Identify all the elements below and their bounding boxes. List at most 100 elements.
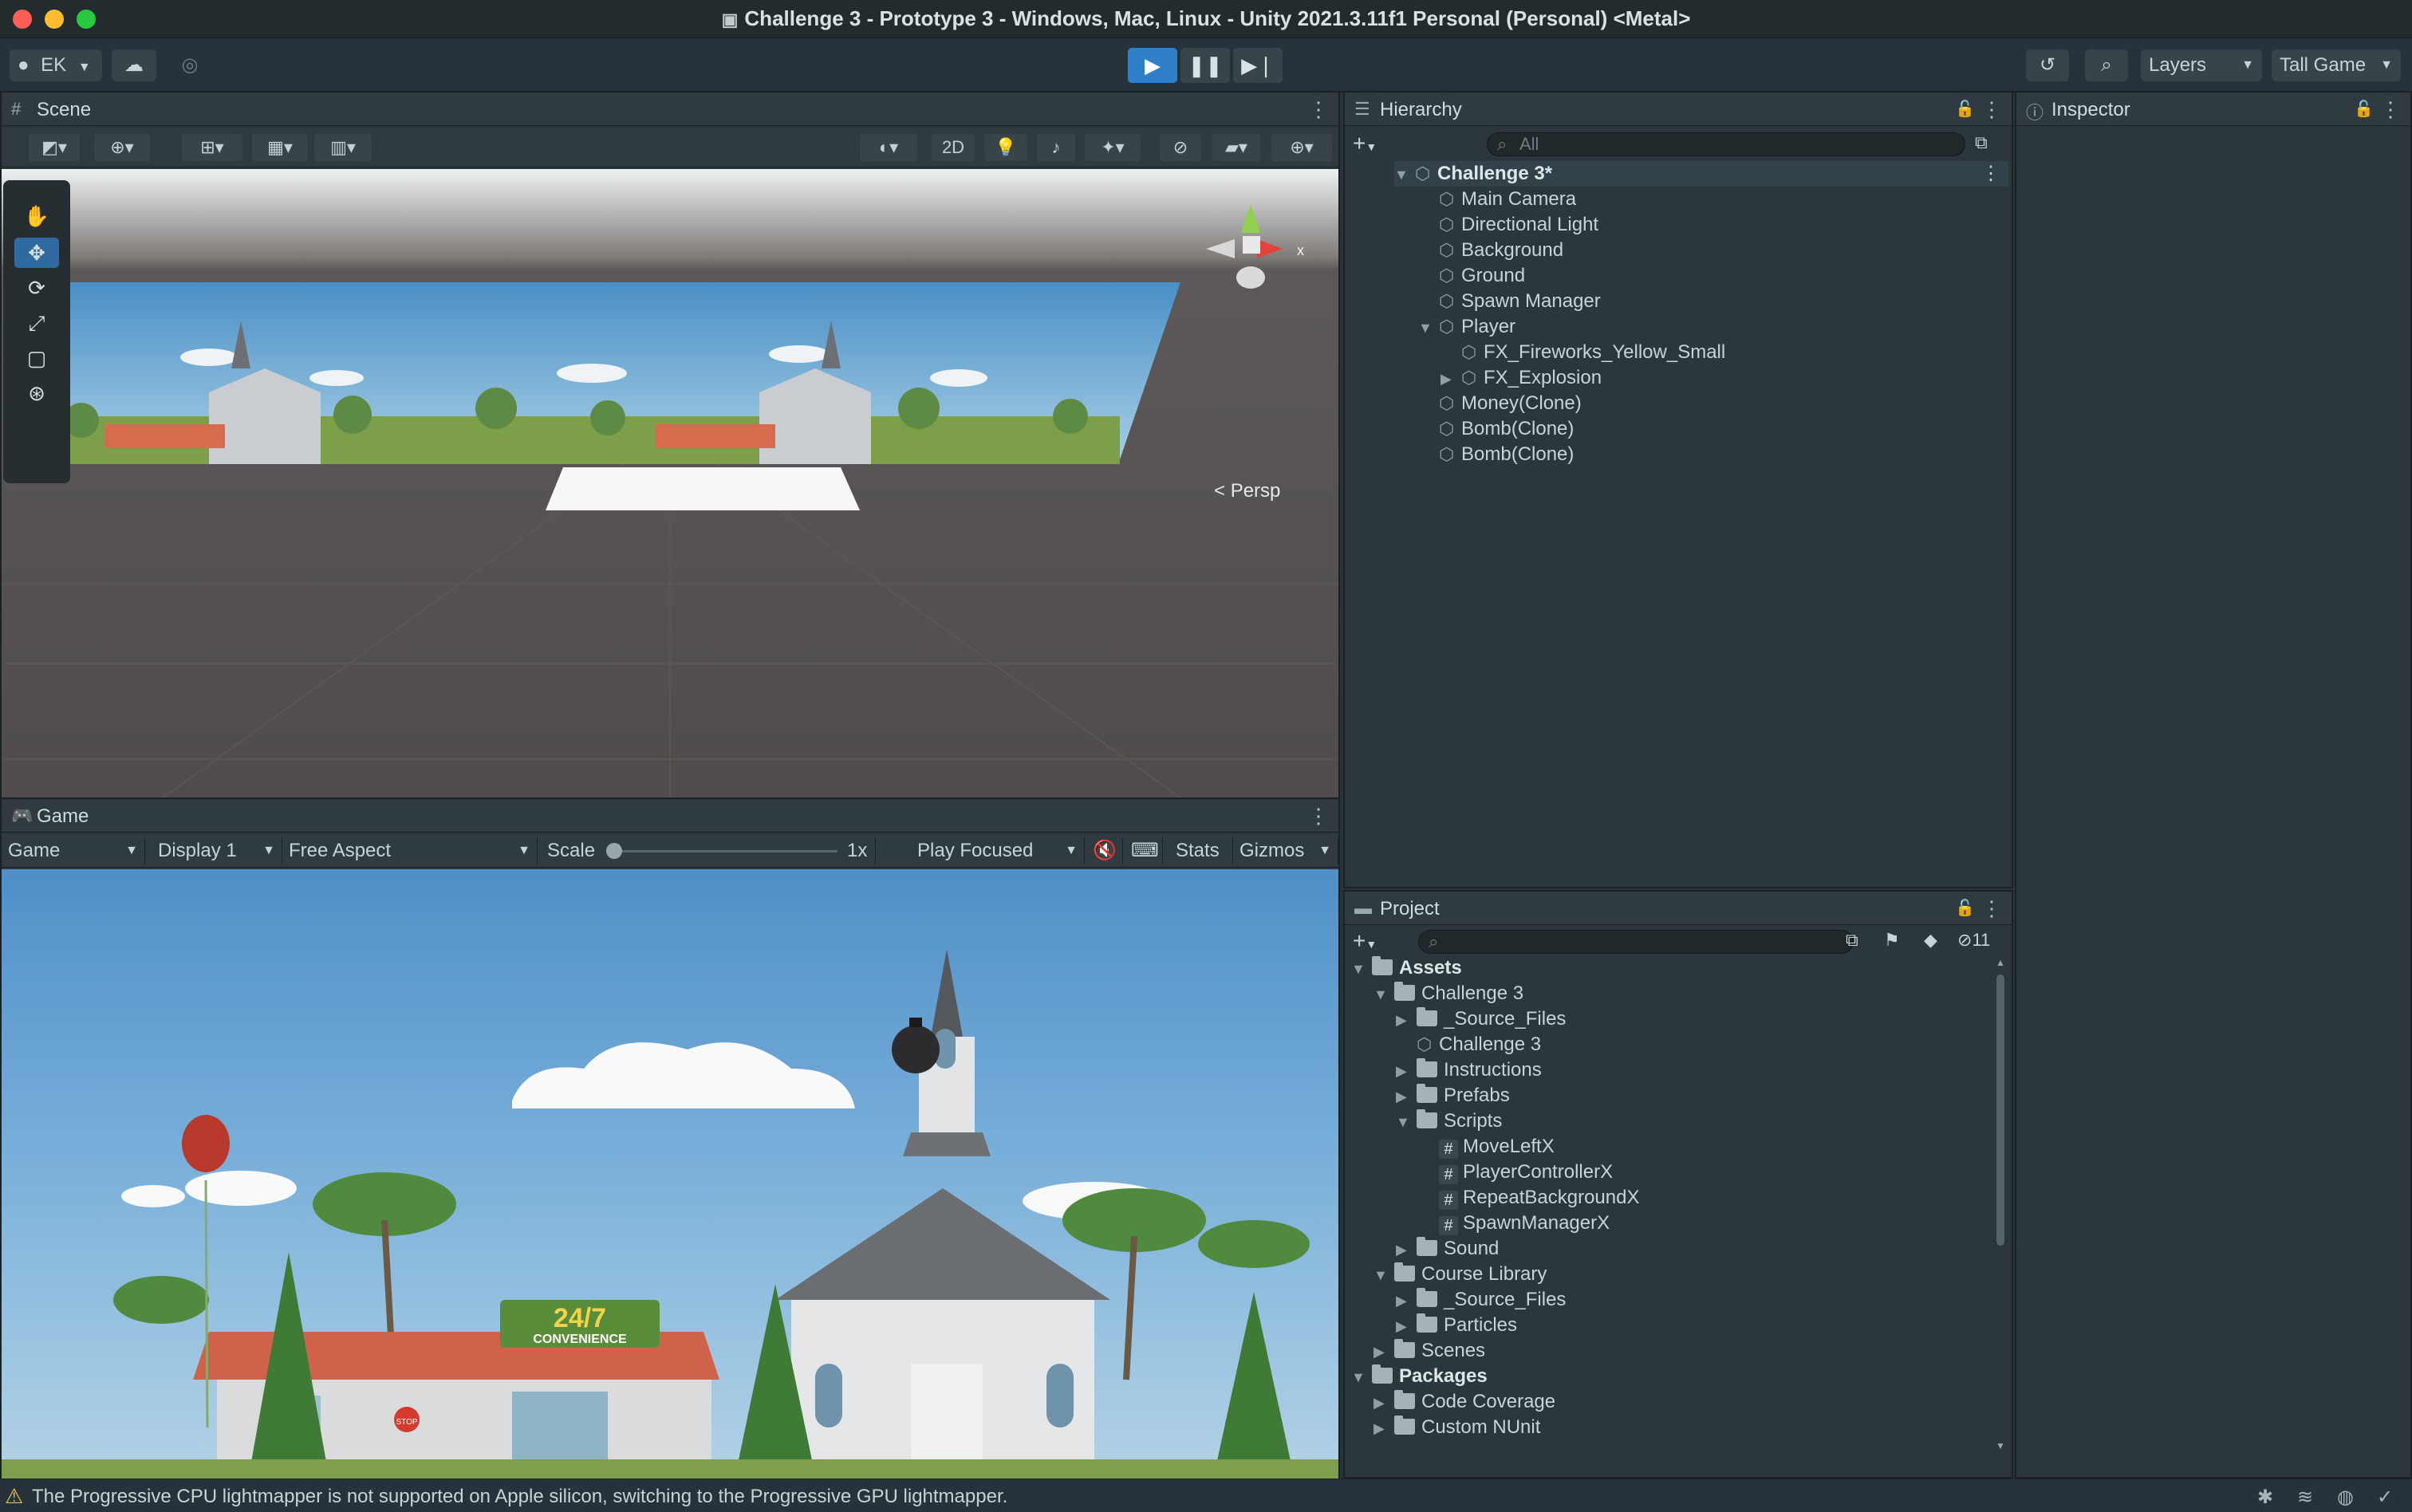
lock-icon[interactable]: 🔓	[1955, 898, 1975, 918]
draw-mode-dropdown[interactable]: ◩▾	[29, 134, 80, 161]
project-item[interactable]: ▶ Instructions	[1396, 1057, 1542, 1083]
cloud-button[interactable]: ☁	[112, 49, 156, 81]
collab-button[interactable]: ◎	[168, 49, 212, 81]
scale-slider-knob[interactable]	[606, 843, 622, 859]
hidden-packages-toggle[interactable]: ⊘11	[1957, 930, 1990, 951]
chevron-down-icon[interactable]: ▼	[1351, 956, 1372, 982]
game-tab[interactable]: 🎮 Game ⋮	[2, 799, 1338, 833]
project-item[interactable]: ▼ Packages	[1351, 1364, 1488, 1389]
kebab-menu-icon[interactable]: ⋮	[1308, 804, 1329, 829]
stats-toggle[interactable]: Stats	[1169, 837, 1233, 864]
lock-icon[interactable]: 🔓	[1955, 99, 1975, 119]
kebab-menu-icon[interactable]: ⋮	[1308, 97, 1329, 122]
mute-audio-toggle[interactable]: 🔇	[1086, 837, 1123, 864]
undo-history-button[interactable]: ↺	[2026, 49, 2069, 81]
rotate-tool-button[interactable]: ⟳	[14, 273, 59, 303]
camera-dropdown[interactable]: ▰▾	[1212, 134, 1260, 161]
effects-dropdown[interactable]: ✦▾	[1085, 134, 1141, 161]
project-item[interactable]: ▶ Prefabs	[1396, 1083, 1510, 1108]
snap-toggle[interactable]: ⊞▾	[182, 134, 242, 161]
scene-tab[interactable]: # Scene ⋮	[2, 93, 1338, 126]
chevron-down-icon[interactable]: ▼	[1374, 1262, 1394, 1288]
cache-server-icon[interactable]: ≋	[2297, 1486, 2313, 1509]
lighting-status-icon[interactable]: ◍	[2337, 1486, 2354, 1509]
hierarchy-item[interactable]: ▼ ⬡ Player	[1418, 314, 1515, 340]
project-item[interactable]: # PlayerControllerX	[1439, 1160, 1613, 1185]
hierarchy-item[interactable]: ⬡ Directional Light	[1439, 212, 1598, 238]
chevron-right-icon[interactable]: ▶	[1396, 1313, 1417, 1339]
chevron-right-icon[interactable]: ▶	[1396, 1237, 1417, 1262]
scale-tool-button[interactable]: ⤢	[14, 308, 59, 338]
rect-tool-button[interactable]: ▢	[14, 343, 59, 373]
add-object-button[interactable]: +▼	[1353, 131, 1377, 156]
chevron-right-icon[interactable]: ▶	[1396, 1084, 1417, 1109]
gizmos-dropdown[interactable]: ⊕▾	[1271, 134, 1332, 161]
scene-viewport[interactable]: x < Persp	[2, 169, 1338, 799]
project-item[interactable]: ▶ _Source_Files	[1396, 1006, 1566, 1032]
favorites-button[interactable]: ◆	[1924, 930, 1937, 951]
project-item[interactable]: # RepeatBackgroundX	[1439, 1185, 1639, 1211]
hierarchy-item[interactable]: ⬡ FX_Fireworks_Yellow_Small	[1461, 340, 1725, 365]
chevron-right-icon[interactable]: ▶	[1374, 1416, 1394, 1441]
scrollbar-thumb[interactable]	[1996, 975, 2004, 1246]
project-item[interactable]: ▶ Scenes	[1374, 1338, 1485, 1364]
hierarchy-item[interactable]: ⬡ Money(Clone)	[1439, 391, 1582, 416]
hierarchy-item[interactable]: ⬡ Bomb(Clone)	[1439, 442, 1574, 467]
chevron-down-icon[interactable]: ▼	[1396, 1109, 1417, 1135]
audio-toggle[interactable]: ♪	[1037, 134, 1075, 161]
chevron-right-icon[interactable]: ▶	[1374, 1339, 1394, 1364]
kebab-menu-icon[interactable]: ⋮	[1981, 97, 2002, 122]
kebab-menu-icon[interactable]: ⋮	[1981, 161, 2000, 187]
hierarchy-item[interactable]: ⬡ Bomb(Clone)	[1439, 416, 1574, 442]
kebab-menu-icon[interactable]: ⋮	[2380, 97, 2401, 122]
chevron-right-icon[interactable]: ▶	[1396, 1058, 1417, 1084]
chevron-down-icon[interactable]: ▼	[1374, 982, 1394, 1007]
project-search-input[interactable]: ⌕	[1418, 930, 1854, 954]
scale-slider[interactable]	[606, 843, 838, 859]
gizmos-toggle[interactable]: Gizmos ▼	[1233, 837, 1338, 864]
aspect-select[interactable]: Free Aspect ▼	[282, 837, 538, 864]
global-local-dropdown[interactable]: ⊕▾	[94, 134, 150, 161]
chevron-right-icon[interactable]: ▶	[1396, 1288, 1417, 1313]
layers-dropdown[interactable]: Layers ▼	[2141, 49, 2262, 81]
visibility-toggle[interactable]: ⊘	[1160, 134, 1201, 161]
lighting-toggle[interactable]: 💡	[984, 134, 1027, 161]
auto-generate-icon[interactable]: ✓	[2377, 1486, 2393, 1509]
project-item[interactable]: ⬡ Challenge 3	[1417, 1032, 1541, 1057]
scroll-up-icon[interactable]: ▲	[1996, 957, 2005, 968]
hierarchy-item[interactable]: ⬡ Spawn Manager	[1439, 289, 1601, 314]
projection-label[interactable]: < Persp	[1214, 480, 1280, 502]
view-select[interactable]: Game ▼	[2, 837, 145, 864]
move-tool-button[interactable]: ✥	[14, 238, 59, 268]
project-item[interactable]: ▶ _Source_Files	[1396, 1287, 1566, 1313]
status-message[interactable]: The Progressive CPU lightmapper is not s…	[32, 1486, 1007, 1508]
transform-tool-button[interactable]: ⊛	[14, 378, 59, 408]
layout-dropdown[interactable]: Tall Game ▼	[2272, 49, 2401, 81]
project-item[interactable]: # MoveLeftX	[1439, 1134, 1555, 1160]
search-button[interactable]: ⌕	[2085, 49, 2128, 81]
chevron-right-icon[interactable]: ▶	[1374, 1390, 1394, 1416]
project-item[interactable]: ▼ Scripts	[1396, 1108, 1502, 1134]
project-item[interactable]: ▼ Challenge 3	[1374, 981, 1523, 1006]
project-scrollbar[interactable]: ▲ ▼	[1996, 957, 2005, 1451]
project-tab[interactable]: ▬ Project 🔓 ⋮	[1345, 892, 2012, 925]
play-mode-select[interactable]: Play Focused ▼	[911, 837, 1085, 864]
chevron-right-icon[interactable]: ▶	[1440, 366, 1461, 392]
kebab-menu-icon[interactable]: ⋮	[1981, 896, 2002, 921]
project-item[interactable]: ▶ Code Coverage	[1374, 1389, 1555, 1415]
keyboard-shortcuts-toggle[interactable]: ⌨	[1125, 837, 1163, 864]
increment-snap[interactable]: ▥▾	[314, 134, 372, 161]
2d-toggle[interactable]: 2D	[932, 134, 975, 161]
hierarchy-item[interactable]: ⬡ Background	[1439, 238, 1563, 263]
project-item[interactable]: # SpawnManagerX	[1439, 1211, 1610, 1236]
search-by-label-button[interactable]: ⚑	[1884, 930, 1900, 951]
lock-icon[interactable]: 🔓	[2354, 99, 2374, 119]
grid-toggle[interactable]: ▦▾	[252, 134, 308, 161]
hierarchy-scene-root[interactable]: ▼ ⬡ Challenge 3* ⋮	[1394, 161, 2008, 187]
game-viewport[interactable]: 24/7 CONVENIENCE STOP	[2, 869, 1338, 1483]
project-item[interactable]: ▶ Custom NUnit	[1374, 1415, 1540, 1440]
hierarchy-search-input[interactable]: ⌕ All	[1487, 132, 1965, 156]
chevron-down-icon[interactable]: ▼	[1351, 1364, 1372, 1390]
hierarchy-item[interactable]: ⬡ Main Camera	[1439, 187, 1576, 212]
project-item[interactable]: ▶ Sound	[1396, 1236, 1499, 1262]
